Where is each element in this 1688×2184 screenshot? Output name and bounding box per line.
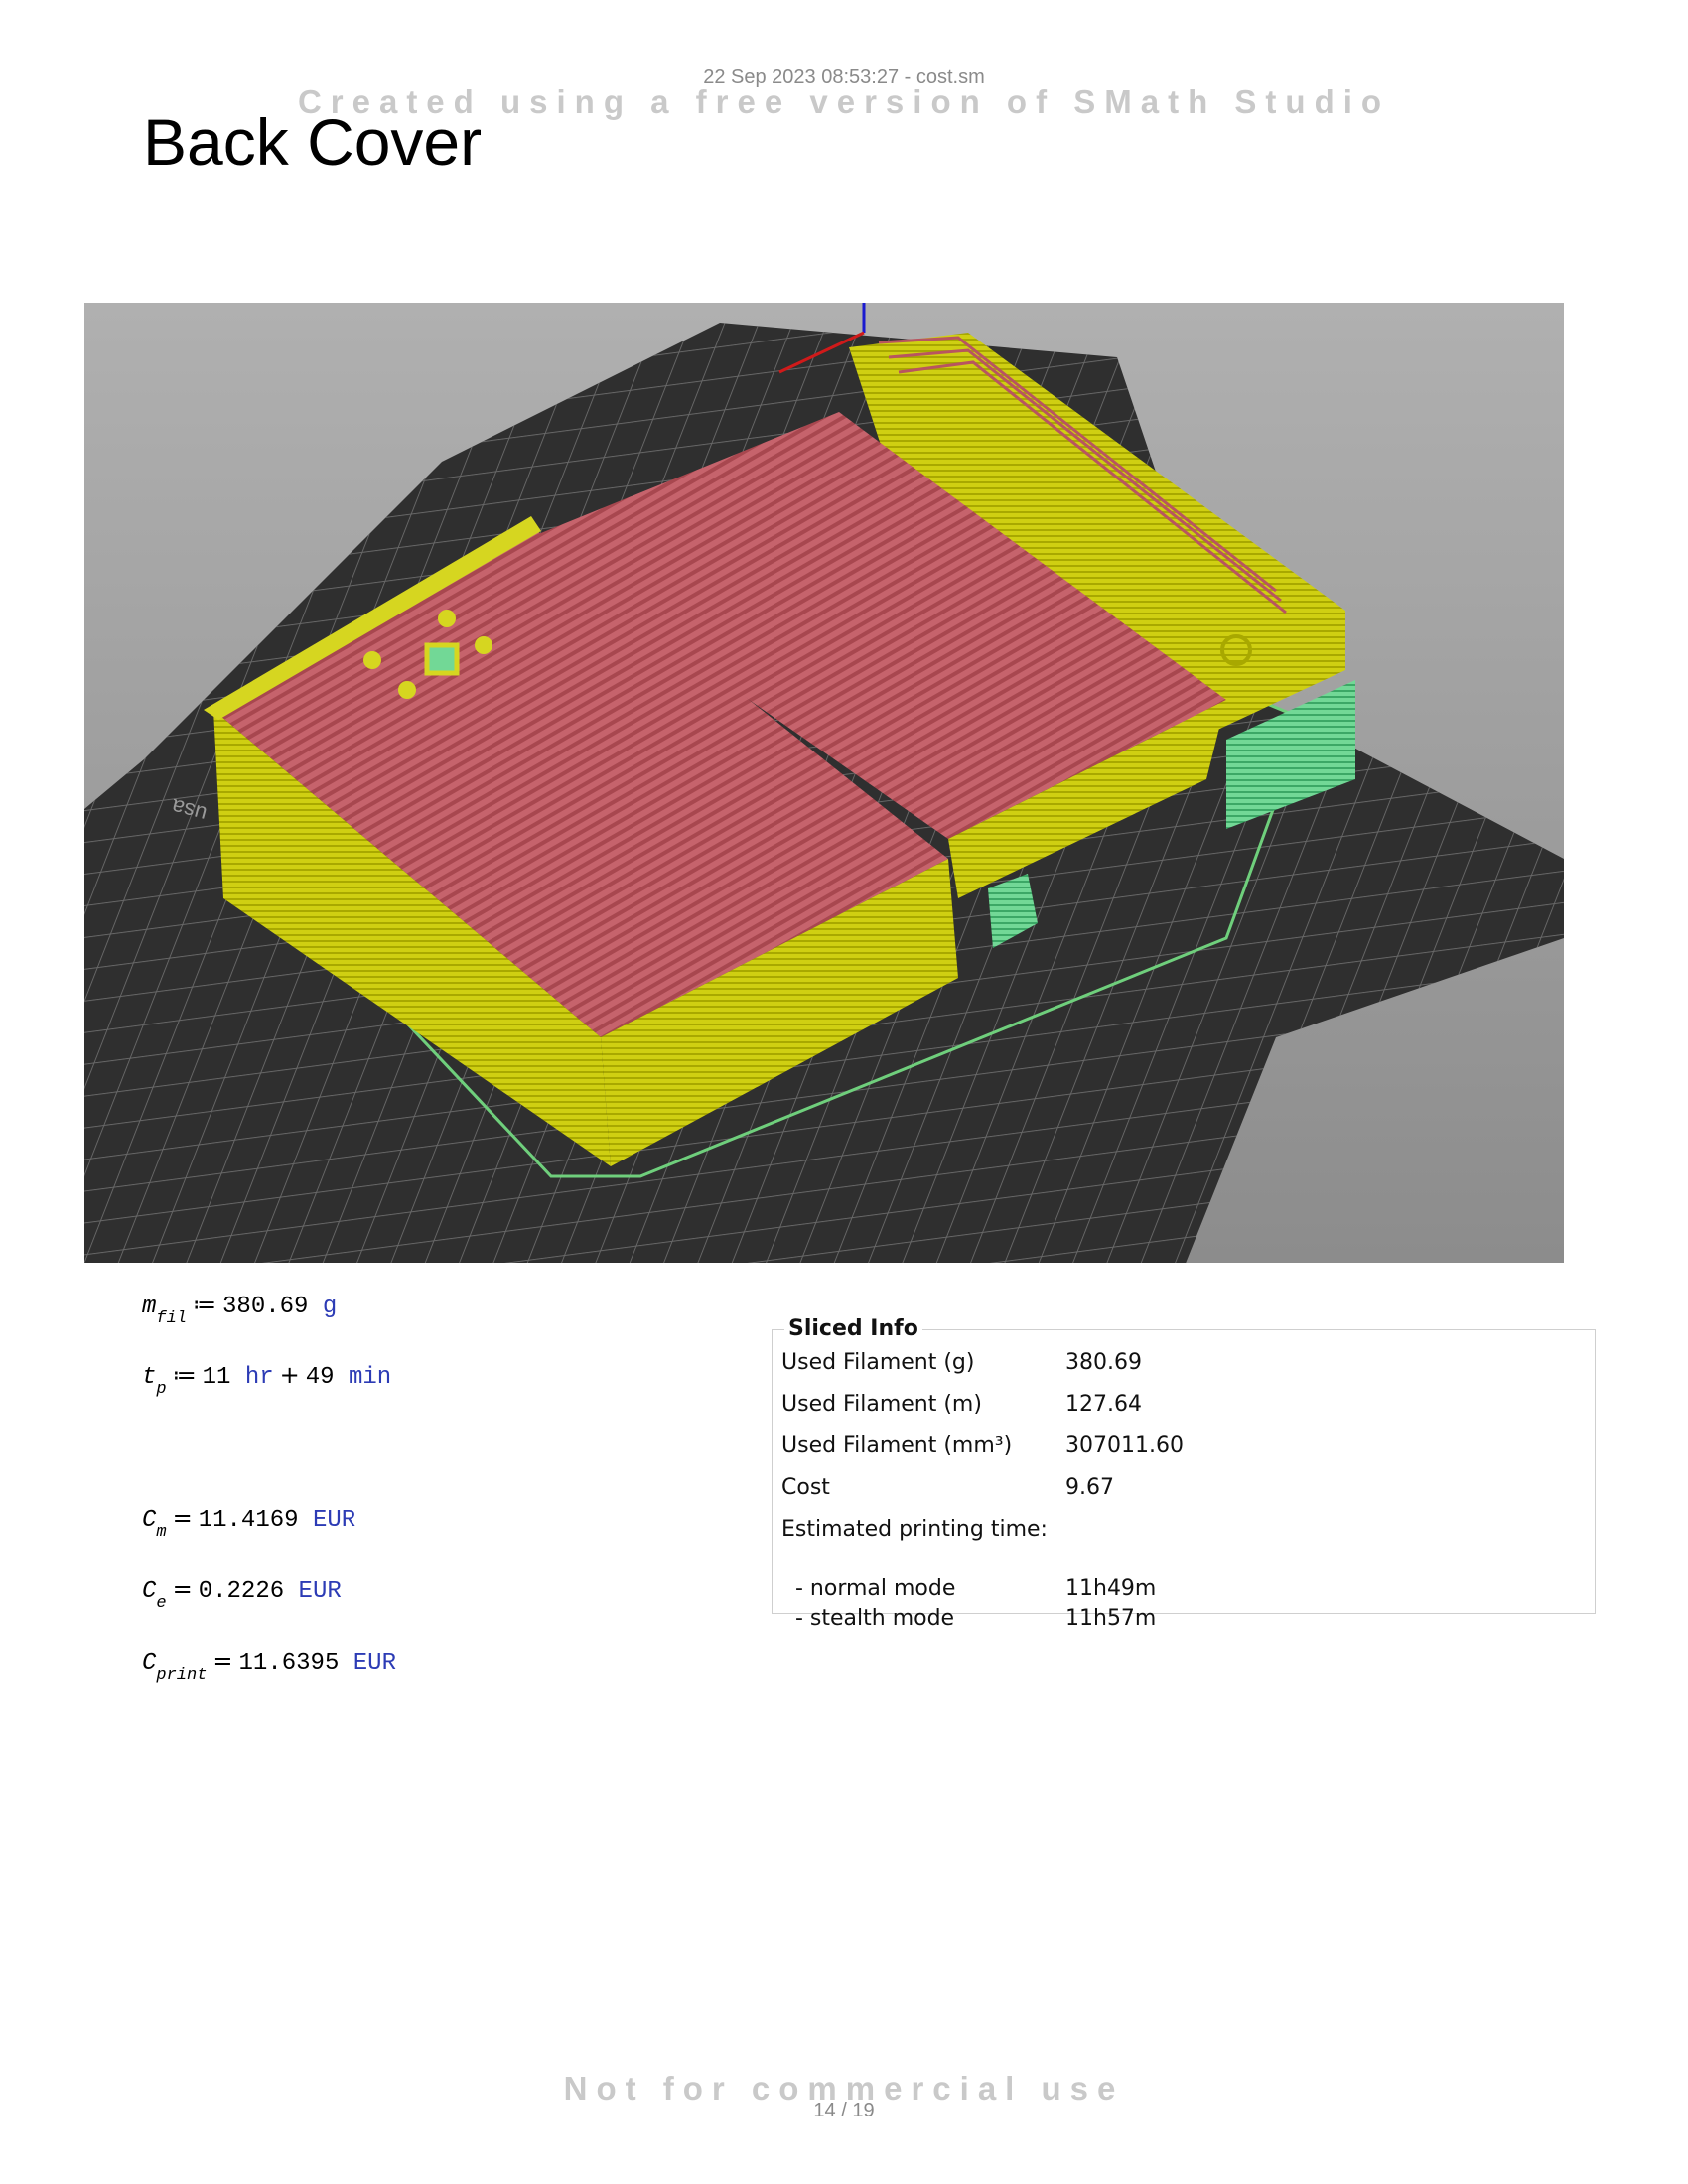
sliced-info-row: - stealth mode 11h57m [781, 1606, 1157, 1631]
slicer-preview-image: usa [84, 303, 1564, 1263]
print-time-definition: tp≔ 11 hr +49 min [142, 1361, 392, 1399]
sliced-info-row: Used Filament (g) 380.69 [781, 1350, 1142, 1375]
sliced-info-row: Used Filament (m) 127.64 [781, 1392, 1142, 1417]
sliced-info-row: Estimated printing time: [781, 1517, 1048, 1542]
mass-filament-definition: mfil≔ 380.69 g [142, 1291, 338, 1328]
sliced-info-panel: Sliced Info Used Filament (g) 380.69 Used… [772, 1316, 1596, 1631]
page-number: 14 / 19 [813, 2100, 875, 2121]
material-cost-result: Cm= 11.4169 EUR [142, 1504, 356, 1542]
energy-cost-result: Ce= 0.2226 EUR [142, 1575, 342, 1613]
sliced-info-row: Used Filament (mm³) 307011.60 [781, 1433, 1184, 1458]
sliced-info-row: Cost 9.67 [781, 1475, 1114, 1500]
print-cost-result: Cprint= 11.6395 EUR [142, 1647, 396, 1685]
sliced-info-title: Sliced Info [784, 1316, 922, 1341]
page-title: Back Cover [143, 105, 483, 179]
sliced-info-row: - normal mode 11h49m [781, 1576, 1157, 1601]
